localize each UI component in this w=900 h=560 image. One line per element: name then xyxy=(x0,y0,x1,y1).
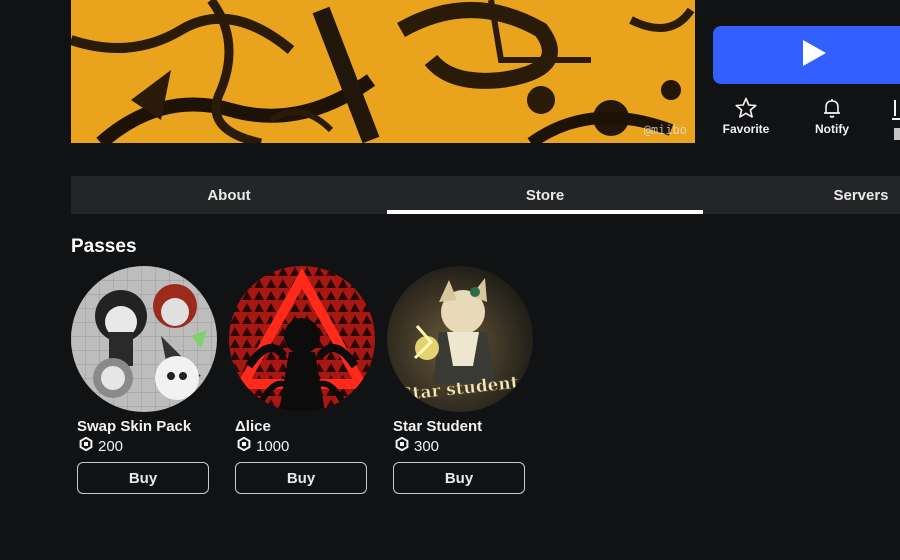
game-thumbnail: @miibo xyxy=(71,0,695,143)
buy-button[interactable]: Buy xyxy=(235,462,367,494)
banner-watermark: @miibo xyxy=(643,123,687,137)
robux-icon xyxy=(79,436,98,455)
pass-thumbnail-alice[interactable] xyxy=(229,266,375,412)
robux-icon xyxy=(395,436,414,455)
pass-price-value: 300 xyxy=(414,437,440,455)
pass-card: Star student Star Student 300 Buy xyxy=(387,266,537,494)
star-icon xyxy=(711,96,781,120)
favorite-button[interactable]: Favorite xyxy=(711,96,781,136)
pass-name: Star Student xyxy=(393,418,483,435)
pass-price-value: 1000 xyxy=(256,437,290,455)
tab-about[interactable]: About xyxy=(71,176,387,214)
bell-icon xyxy=(797,96,867,120)
pass-thumbnail-star-student[interactable]: Star student xyxy=(387,266,533,412)
pass-thumbnail-swap-skin-pack[interactable] xyxy=(71,266,217,412)
buy-button[interactable]: Buy xyxy=(77,462,209,494)
pass-price: 300 xyxy=(395,436,537,455)
passes-section-title: Passes xyxy=(71,236,137,257)
tab-bar: About Store Servers xyxy=(71,176,900,214)
notify-button[interactable]: Notify xyxy=(797,96,867,136)
pass-name: Swap Skin Pack xyxy=(77,418,192,435)
buy-button[interactable]: Buy xyxy=(393,462,525,494)
pass-card: Swap Skin Pack 200 Buy xyxy=(71,266,221,494)
more-actions-edge[interactable] xyxy=(892,98,900,142)
robux-icon xyxy=(237,436,256,455)
notify-label: Notify xyxy=(815,122,849,136)
play-button[interactable] xyxy=(713,26,900,84)
favorite-label: Favorite xyxy=(722,122,770,136)
tab-store[interactable]: Store xyxy=(387,176,703,214)
pass-card: Δlice 1000 Buy xyxy=(229,266,379,494)
pass-price: 1000 xyxy=(237,436,379,455)
play-icon xyxy=(798,38,828,73)
pass-price-value: 200 xyxy=(98,437,124,455)
pass-name: Δlice xyxy=(235,418,271,435)
pass-price: 200 xyxy=(79,436,221,455)
tab-servers[interactable]: Servers xyxy=(703,176,900,214)
